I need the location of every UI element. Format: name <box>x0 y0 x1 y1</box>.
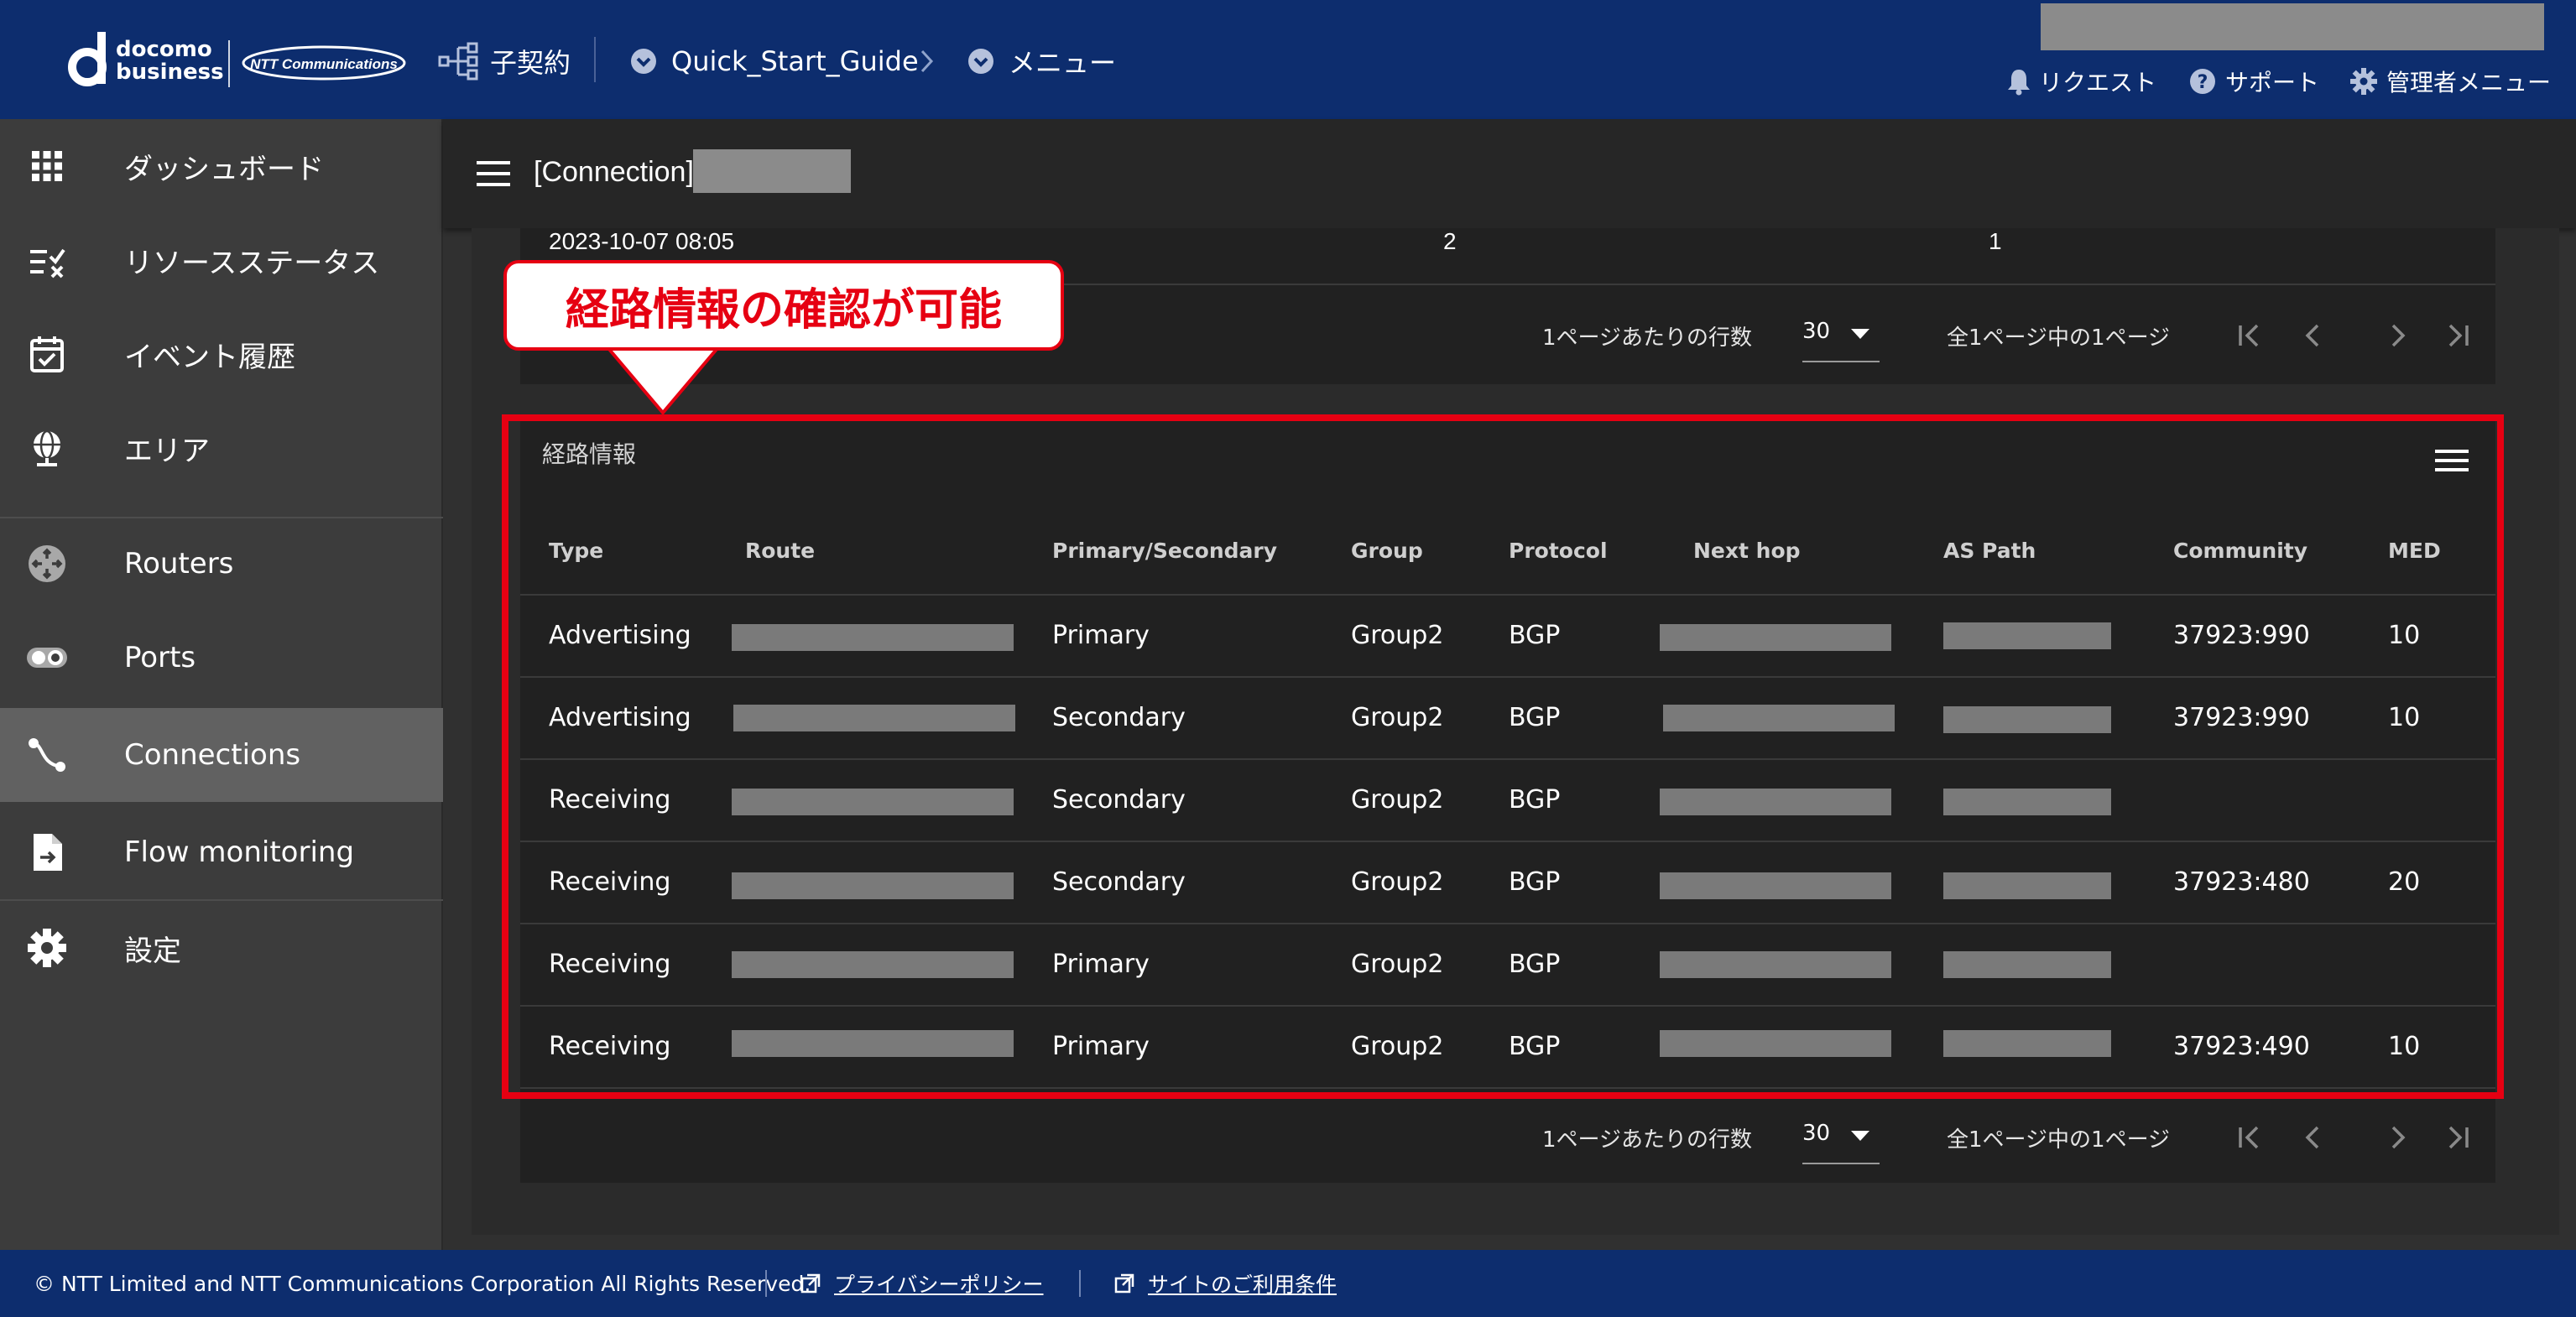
sidebar-item-flow-monitoring[interactable]: Flow monitoring <box>0 805 443 899</box>
calendar-icon <box>30 336 64 372</box>
docomo-d-logo-icon <box>68 32 107 86</box>
docomo-business-logo: docomo business <box>116 39 224 84</box>
sidebar-item-dashboard[interactable]: ダッシュボード <box>0 119 443 213</box>
sidebar-item-settings[interactable]: 設定 <box>0 901 443 995</box>
ntt-communications-logo: NTT Communications <box>242 45 406 81</box>
sidebar-item-routers[interactable]: Routers <box>0 517 443 611</box>
highlight-box <box>502 414 2504 1099</box>
rows-per-page-select[interactable]: 30 <box>1802 312 1880 362</box>
support-link[interactable]: ? サポート <box>2188 64 2319 99</box>
sidebar-item-ports[interactable]: Ports <box>0 611 443 705</box>
nav-divider <box>594 37 596 82</box>
sidebar-item-area[interactable]: エリア <box>0 401 443 495</box>
sidebar-item-label: Flow monitoring <box>124 835 355 869</box>
sidebar-item-label: ダッシュボード <box>124 152 324 186</box>
summary-col2: 2 <box>1443 228 1457 254</box>
sidebar-item-connections[interactable]: Connections <box>0 708 443 802</box>
terms-of-use-link[interactable]: サイトのご利用条件 <box>1114 1268 1337 1299</box>
request-link[interactable]: リクエスト <box>2005 64 2156 99</box>
port-icon <box>27 648 67 668</box>
support-label: サポート <box>2225 69 2320 96</box>
dropdown-arrow-icon <box>1851 1131 1869 1141</box>
redacted-account-info <box>2041 3 2544 50</box>
gear-icon <box>28 929 66 967</box>
previous-page-icon[interactable] <box>2296 319 2329 352</box>
breadcrumb-separator-icon <box>920 49 934 73</box>
callout-pointer <box>606 346 720 416</box>
copyright-text: © NTT Limited and NTT Communications Cor… <box>34 1271 811 1296</box>
sidebar-item-label: Routers <box>124 547 234 580</box>
footer-divider <box>1079 1270 1081 1297</box>
file-icon <box>34 834 62 871</box>
rows-per-page-label: 1ページあたりの行数 <box>1542 1127 1753 1153</box>
sidebar-item-label: エリア <box>124 434 210 468</box>
summary-date: 2023-10-07 08:05 <box>549 228 735 254</box>
privacy-policy-link[interactable]: プライバシーポリシー <box>800 1268 1044 1299</box>
bell-icon <box>2008 70 2030 96</box>
previous-page-icon[interactable] <box>2296 1121 2329 1154</box>
first-page-icon[interactable] <box>2232 319 2266 352</box>
external-link-icon <box>1114 1273 1134 1294</box>
rows-per-page-value: 30 <box>1802 1121 1831 1146</box>
contract-label: 子契約 <box>490 47 571 79</box>
breadcrumb-menu[interactable]: メニュー <box>967 40 1116 82</box>
terms-of-use-label: サイトのご利用条件 <box>1148 1273 1338 1297</box>
help-icon: ? <box>2190 69 2215 94</box>
page-title: [Connection] <box>534 156 694 188</box>
rows-per-page-value: 30 <box>1802 319 1831 344</box>
connection-icon <box>29 738 65 772</box>
last-page-icon[interactable] <box>2442 1121 2475 1154</box>
checklist-icon <box>30 248 65 278</box>
rows-per-page-select[interactable]: 30 <box>1802 1114 1880 1164</box>
sidebar-item-label: 設定 <box>124 934 181 968</box>
last-page-icon[interactable] <box>2442 319 2475 352</box>
page-header: [Connection] <box>443 119 2576 228</box>
admin-menu-link[interactable]: 管理者メニュー <box>2349 64 2551 99</box>
page-info: 全1ページ中の1ページ <box>1947 1127 2171 1153</box>
callout-label: 経路情報の確認が可能 <box>503 260 1064 351</box>
summary-col3: 1 <box>1989 228 2002 254</box>
rows-per-page-label: 1ページあたりの行数 <box>1542 325 1753 351</box>
grid-icon <box>32 151 62 181</box>
svg-text:?: ? <box>2198 72 2208 93</box>
admin-menu-label: 管理者メニュー <box>2386 69 2552 96</box>
privacy-policy-label: プライバシーポリシー <box>834 1273 1044 1297</box>
sidebar-item-label: リソースステータス <box>124 246 380 280</box>
breadcrumb-label-1: Quick_Start_Guide <box>671 45 919 77</box>
redacted-connection-name <box>693 149 851 193</box>
footer-divider <box>765 1270 767 1297</box>
next-page-icon[interactable] <box>2381 319 2415 352</box>
chevron-circle-down-icon <box>631 49 656 74</box>
dropdown-arrow-icon <box>1851 329 1869 339</box>
router-icon <box>29 545 65 582</box>
brand-line-1: docomo <box>116 37 212 62</box>
chevron-circle-down-icon <box>968 49 993 74</box>
brand-line-2: business <box>116 60 224 85</box>
first-page-icon[interactable] <box>2232 1121 2266 1154</box>
sidebar-item-event-history[interactable]: イベント履歴 <box>0 307 443 401</box>
globe-icon <box>34 429 60 466</box>
request-label: リクエスト <box>2039 69 2157 96</box>
page-info: 全1ページ中の1ページ <box>1947 325 2171 351</box>
contract-selector[interactable]: 子契約 <box>438 40 571 82</box>
external-link-icon <box>800 1273 821 1294</box>
gear-icon <box>2350 68 2377 95</box>
sidebar-item-resource-status[interactable]: リソースステータス <box>0 213 443 307</box>
logo-divider <box>228 40 230 87</box>
svg-text:NTT Communications: NTT Communications <box>250 56 398 72</box>
menu-icon[interactable] <box>477 161 510 186</box>
sidebar-item-label: Ports <box>124 641 196 674</box>
sidebar-item-label: Connections <box>124 738 301 772</box>
top-header: docomo business NTT Communications 子契約 Q… <box>0 0 2576 119</box>
sidebar: ダッシュボード リソースステータス イベント履歴 エリア Routers Por… <box>0 119 443 1250</box>
breadcrumb-label-2: メニュー <box>1009 47 1117 79</box>
footer: © NTT Limited and NTT Communications Cor… <box>0 1250 2576 1317</box>
sidebar-item-label: イベント履歴 <box>124 340 295 374</box>
breadcrumb-quick-start[interactable]: Quick_Start_Guide <box>629 40 919 82</box>
hierarchy-icon <box>438 42 478 81</box>
next-page-icon[interactable] <box>2381 1121 2415 1154</box>
